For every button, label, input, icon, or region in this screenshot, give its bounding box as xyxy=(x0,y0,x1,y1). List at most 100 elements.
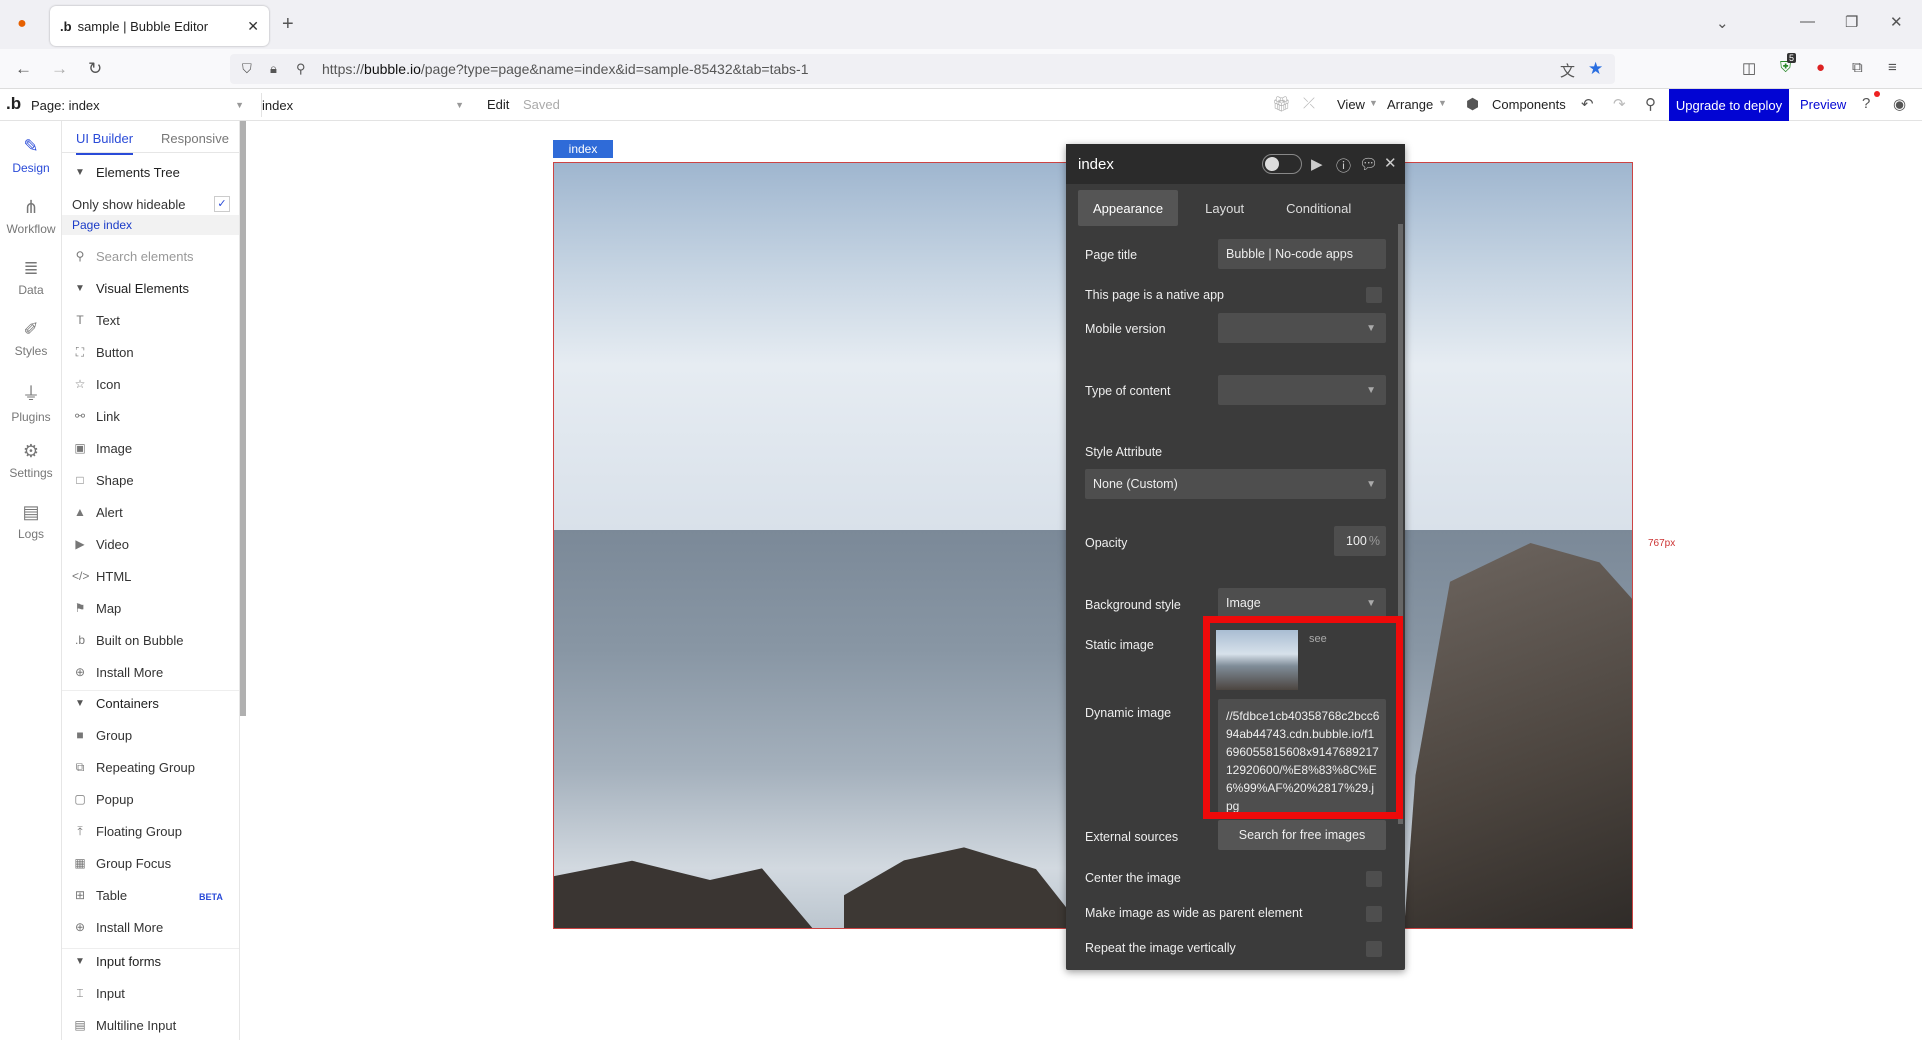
menu-icon[interactable]: ≡ xyxy=(1888,59,1897,76)
page-index-tag[interactable]: index xyxy=(553,140,613,158)
element-item[interactable]: .b Built on Bubble xyxy=(62,627,239,653)
reload-icon[interactable]: ↻ xyxy=(88,59,102,79)
undo-icon[interactable]: ↶ xyxy=(1581,95,1594,113)
clear-icon[interactable]: ⤫ xyxy=(1303,95,1315,112)
element-item[interactable]: ■ Group xyxy=(62,722,239,748)
element-item[interactable]: ⊕ Install More xyxy=(62,914,239,940)
visual-elements-header[interactable]: ▼ Visual Elements xyxy=(62,275,239,301)
tab-layout[interactable]: Layout xyxy=(1190,190,1259,226)
search-free-images-button[interactable]: Search for free images xyxy=(1218,820,1386,850)
rail-styles[interactable]: ✐ Styles xyxy=(0,319,62,358)
element-item[interactable]: ▢ Popup xyxy=(62,786,239,812)
translate-icon[interactable]: 文 xyxy=(1560,60,1575,81)
help-icon[interactable]: ? xyxy=(1862,95,1870,112)
permissions-icon[interactable]: ⚲ xyxy=(296,61,306,77)
bubble-favicon-icon: .b xyxy=(60,18,72,34)
rail-data[interactable]: ≣ Data xyxy=(0,258,62,297)
containers-header[interactable]: ▼ Containers xyxy=(62,690,239,716)
extension-red-icon[interactable]: ● xyxy=(1816,59,1825,76)
tab-conditional[interactable]: Conditional xyxy=(1271,190,1366,226)
property-editor[interactable]: index ▶ ⓘ 💬︎ ✕ Appearance Layout Conditi… xyxy=(1066,144,1405,970)
rail-workflow[interactable]: ⋔ Workflow xyxy=(0,197,62,236)
components-button[interactable]: Components xyxy=(1492,97,1566,112)
shield-icon[interactable]: ⛉ xyxy=(242,61,252,77)
back-icon[interactable]: ← xyxy=(15,59,32,79)
element-item-label: Built on Bubble xyxy=(96,632,184,648)
element-item[interactable]: ▶ Video xyxy=(62,531,239,557)
url-field[interactable]: ⛉ 🔒︎ ⚲ https://bubble.io/page?type=page&… xyxy=(230,54,1615,84)
view-menu[interactable]: View xyxy=(1337,97,1365,112)
tab-list-icon[interactable]: ⌄ xyxy=(1716,14,1729,32)
element-item[interactable]: ▲ Alert xyxy=(62,499,239,525)
element-item[interactable]: ⌶ Input xyxy=(62,980,239,1006)
upgrade-button[interactable]: Upgrade to deploy xyxy=(1669,89,1789,121)
close-window-icon[interactable]: ✕ xyxy=(1890,13,1903,31)
firefox-icon[interactable]: ● xyxy=(12,14,32,34)
element-item[interactable]: ⧉ Repeating Group xyxy=(62,754,239,780)
element-item[interactable]: ⚯ Link xyxy=(62,403,239,429)
tab-responsive[interactable]: Responsive xyxy=(161,131,229,146)
close-icon[interactable]: ✕ xyxy=(1384,154,1397,172)
only-hideable-checkbox[interactable]: ✓ xyxy=(214,196,230,212)
element-item[interactable]: ▦ Group Focus xyxy=(62,850,239,876)
tab-ui-builder[interactable]: UI Builder xyxy=(76,131,134,155)
minimize-icon[interactable]: — xyxy=(1800,13,1815,30)
lock-icon[interactable]: 🔒︎ xyxy=(270,61,277,77)
input-forms-header[interactable]: ▼ Input forms xyxy=(62,948,239,974)
type-of-content-dropdown[interactable]: ▼ xyxy=(1218,375,1386,405)
bookmark-star-icon[interactable]: ★ xyxy=(1588,59,1603,79)
element-item[interactable]: </> HTML xyxy=(62,563,239,589)
element-item[interactable]: ⛶ Button xyxy=(62,339,239,365)
bubble-logo-icon[interactable]: .b xyxy=(6,94,21,114)
center-image-label: Center the image xyxy=(1085,871,1181,885)
info-icon[interactable]: ⓘ xyxy=(1336,155,1351,176)
toggle-switch[interactable] xyxy=(1262,154,1302,174)
element-item[interactable]: ☆ Icon xyxy=(62,371,239,397)
element-selector[interactable]: index ▼ xyxy=(261,93,466,117)
restore-icon[interactable]: ❐ xyxy=(1845,13,1858,31)
repeat-vertical-checkbox[interactable] xyxy=(1366,941,1382,957)
style-attribute-dropdown[interactable]: None (Custom) ▼ xyxy=(1085,469,1386,499)
redo-icon[interactable]: ↷ xyxy=(1613,95,1626,113)
element-item[interactable]: ⤒ Floating Group xyxy=(62,818,239,844)
element-item[interactable]: ⊕ Install More xyxy=(62,659,239,685)
search-icon[interactable]: ⚲ xyxy=(1645,95,1656,113)
rail-plugins[interactable]: ⏚ Plugins xyxy=(0,380,62,424)
elements-tree-header[interactable]: ▼ Elements Tree xyxy=(62,159,239,185)
element-item[interactable]: T Text xyxy=(62,307,239,333)
rail-design[interactable]: ✎ Design xyxy=(0,136,62,175)
element-item[interactable]: ⚑ Map xyxy=(62,595,239,621)
comment-icon[interactable]: 💬︎ xyxy=(1359,155,1378,173)
wide-image-checkbox[interactable] xyxy=(1366,906,1382,922)
account-icon[interactable]: ◉ xyxy=(1893,95,1906,113)
beta-badge: BETA xyxy=(199,892,223,902)
center-image-checkbox[interactable] xyxy=(1366,871,1382,887)
pocket-icon[interactable]: ◫ xyxy=(1742,59,1756,77)
page-title-input[interactable]: Bubble | No-code apps xyxy=(1218,239,1386,269)
preview-play-icon[interactable]: ▶ xyxy=(1311,155,1323,173)
tab-appearance[interactable]: Appearance xyxy=(1078,190,1179,226)
background-style-dropdown[interactable]: Image ▼ xyxy=(1218,588,1386,618)
element-item[interactable]: ▣ Image xyxy=(62,435,239,461)
arrange-menu[interactable]: Arrange xyxy=(1387,97,1433,112)
only-hideable-row[interactable]: Only show hideable ✓ xyxy=(62,191,239,217)
search-elements-input[interactable]: ⚲ Search elements xyxy=(62,243,239,269)
native-app-checkbox[interactable] xyxy=(1366,287,1382,303)
close-tab-icon[interactable]: ✕ xyxy=(247,18,259,35)
element-item[interactable]: □ Shape xyxy=(62,467,239,493)
preview-button[interactable]: Preview xyxy=(1800,97,1846,112)
property-editor-header[interactable]: index ▶ ⓘ 💬︎ ✕ xyxy=(1066,144,1405,184)
rail-settings[interactable]: ⚙ Settings xyxy=(0,441,62,480)
page-selector[interactable]: Page: index ▼ xyxy=(31,93,246,117)
new-tab-icon[interactable]: + xyxy=(282,13,294,36)
rail-logs[interactable]: ▤ Logs xyxy=(0,502,62,541)
forward-icon[interactable]: → xyxy=(51,59,68,79)
gift-icon[interactable]: 🎁︎ xyxy=(1272,95,1291,113)
opacity-input[interactable]: 100% xyxy=(1334,526,1386,556)
extensions-icon[interactable]: ⧉ xyxy=(1852,59,1863,76)
browser-tab[interactable]: .b sample | Bubble Editor ✕ xyxy=(50,6,269,46)
element-item[interactable]: ▤ Multiline Input xyxy=(62,1012,239,1038)
mobile-version-dropdown[interactable]: ▼ xyxy=(1218,313,1386,343)
tree-item-page-index[interactable]: Page index xyxy=(62,215,239,235)
edit-menu[interactable]: Edit xyxy=(487,97,509,112)
